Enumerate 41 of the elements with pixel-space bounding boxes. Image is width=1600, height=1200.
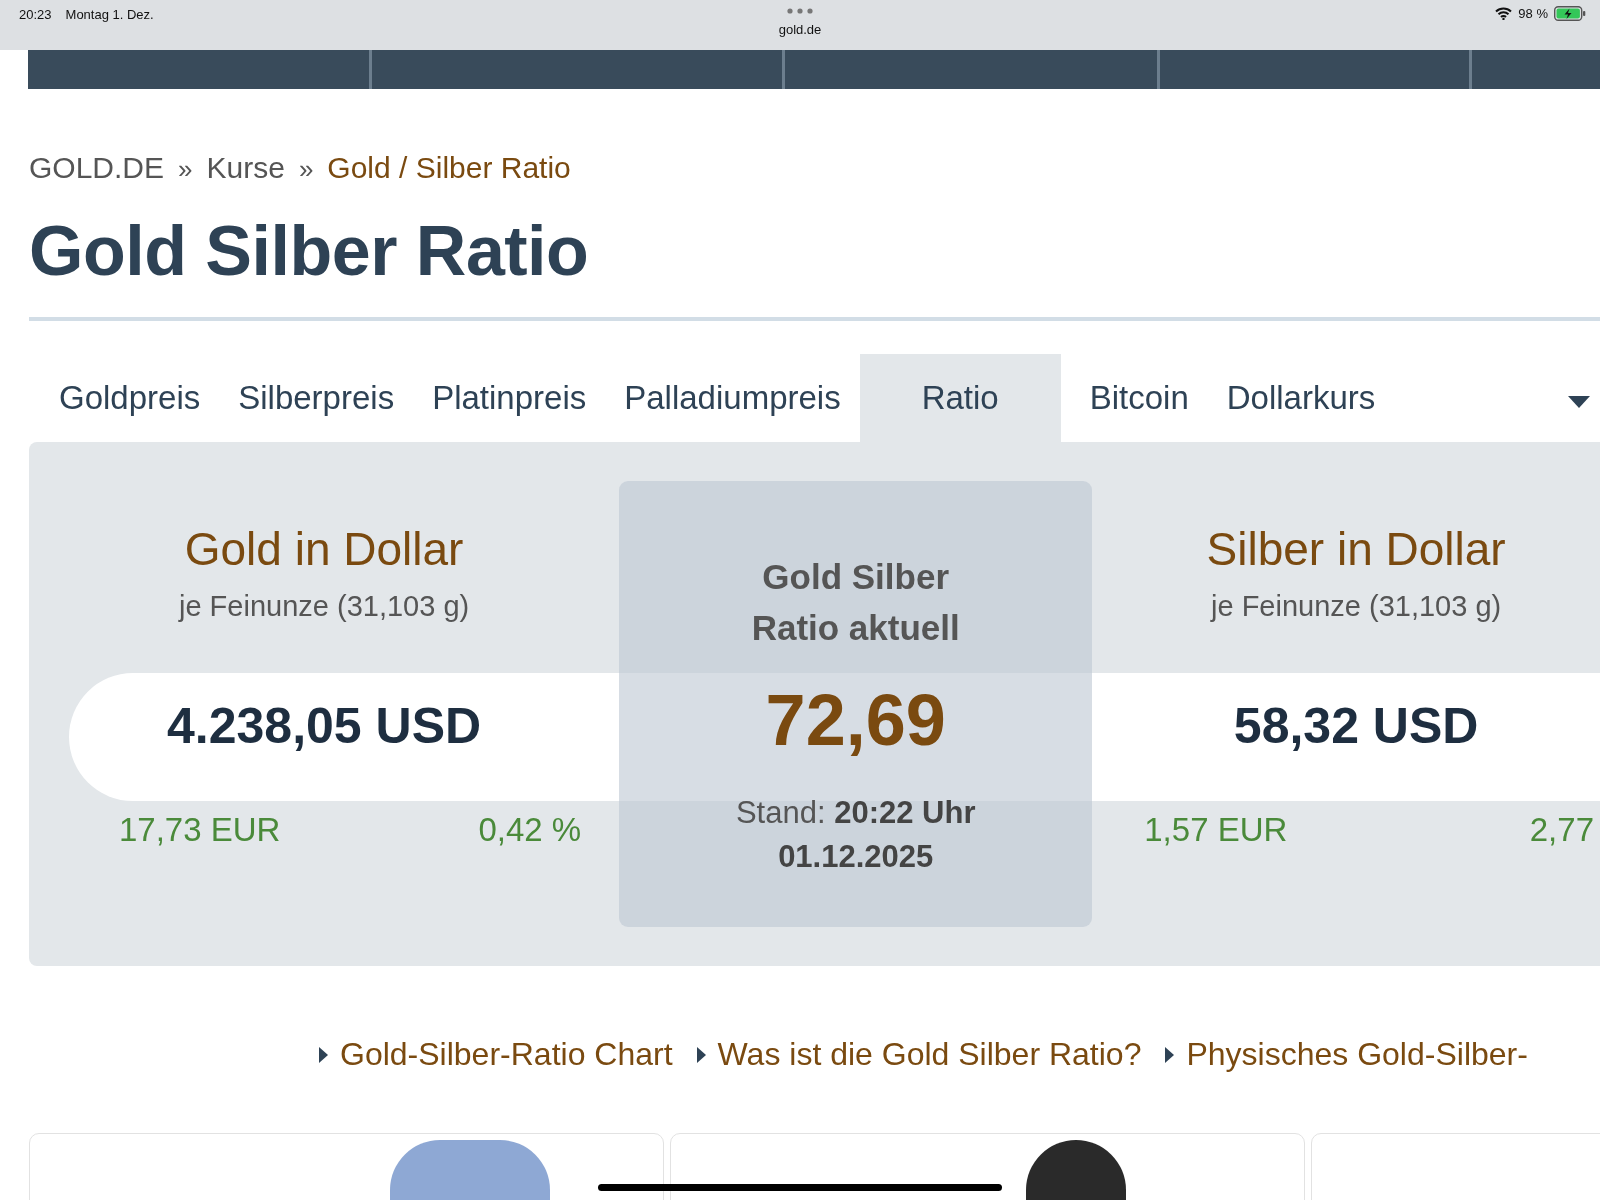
change-percent: 0,42 % [478, 811, 582, 849]
tab[interactable]: Palladiumpreis [605, 354, 860, 442]
breadcrumb-link[interactable]: Kurse [206, 151, 285, 185]
unit-text: je Feinunze (31,103 g) [179, 590, 470, 623]
timestamp-text: Stand: 20:22 Uhr [735, 795, 976, 831]
anchor-link[interactable]: Was ist die Gold Silber Ratio? [717, 1036, 1142, 1073]
caret-down-icon[interactable] [1568, 396, 1590, 408]
tab[interactable]: Silberpreis [219, 354, 414, 442]
eur-price: 17,73 EUR [119, 811, 281, 849]
date-text: Montag 1. Dez. [65, 7, 154, 22]
change-percent: 2,77 [1529, 811, 1594, 849]
breadcrumb-link[interactable]: GOLD.DE [29, 151, 165, 185]
tab[interactable]: Goldpreis [29, 354, 220, 442]
ratio-heading: Gold Silber Ratio aktuell [750, 556, 961, 649]
unit-text: je Feinunze (31,103 g) [1211, 590, 1502, 623]
anchor-link[interactable]: Physisches Gold-Silber- [1186, 1036, 1528, 1073]
more-dots-icon[interactable] [787, 8, 813, 14]
page-title: Gold Silber Ratio [29, 211, 590, 291]
url-text[interactable]: gold.de [778, 22, 822, 37]
triangle-right-icon [1165, 1046, 1175, 1063]
tab[interactable]: Bitcoin [1070, 354, 1208, 442]
ratio-value: 72,69 [765, 679, 946, 761]
clock-time: 20:23 [19, 7, 52, 22]
eur-price: 1,57 EUR [1144, 811, 1288, 849]
battery-percent: 98 % [1518, 6, 1548, 21]
breadcrumb-separator: » [178, 154, 193, 185]
date-value: 01.12.2025 [778, 839, 934, 875]
price-value: 4.238,05 USD [167, 697, 482, 755]
breadcrumb-link[interactable]: Gold / Silber Ratio [327, 151, 571, 185]
metal-title: Silber in Dollar [1206, 522, 1506, 576]
price-value: 58,32 USD [1233, 697, 1479, 755]
battery-charging-icon [1554, 6, 1586, 21]
tab[interactable]: Ratio [859, 354, 1061, 442]
tab[interactable]: Platinpreis [413, 354, 606, 442]
breadcrumb-separator: » [298, 154, 314, 185]
metal-title: Gold in Dollar [184, 522, 464, 576]
wifi-icon [1495, 7, 1513, 20]
tab[interactable]: Dollarkurs [1207, 354, 1395, 442]
triangle-right-icon [319, 1046, 328, 1063]
triangle-right-icon [696, 1046, 706, 1063]
anchor-link[interactable]: Gold-Silber-Ratio Chart [340, 1036, 673, 1073]
